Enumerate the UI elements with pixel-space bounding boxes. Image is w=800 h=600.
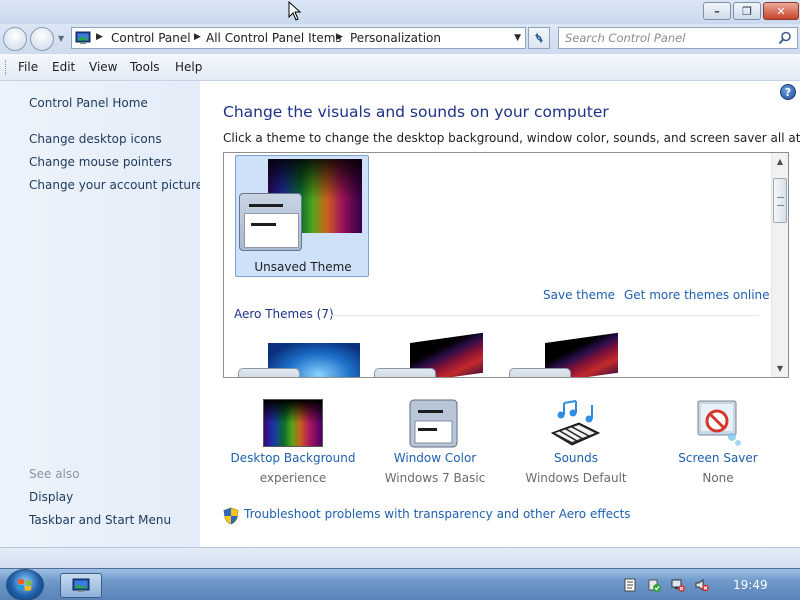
scroll-thumb[interactable] bbox=[773, 178, 787, 223]
tile-value: experience bbox=[259, 471, 327, 485]
volume-muted-icon[interactable] bbox=[695, 578, 709, 592]
group-divider bbox=[329, 315, 759, 316]
breadcrumb-personalization[interactable]: Personalization bbox=[350, 31, 441, 45]
window-bottom-edge bbox=[0, 547, 800, 568]
tile-value: Windows 7 Basic bbox=[384, 471, 486, 485]
minimize-button[interactable]: – bbox=[703, 2, 731, 20]
network-icon[interactable] bbox=[671, 578, 685, 592]
back-button[interactable] bbox=[3, 27, 27, 51]
scroll-up-icon[interactable]: ▲ bbox=[772, 153, 788, 170]
mouse-cursor-icon bbox=[288, 1, 302, 21]
close-glyph: ✕ bbox=[776, 4, 786, 18]
tile-name[interactable]: Screen Saver bbox=[648, 451, 788, 465]
menu-view[interactable]: View bbox=[89, 60, 117, 74]
maximize-glyph: ❐ bbox=[742, 4, 752, 18]
left-pane: Control Panel Home Change desktop icons … bbox=[0, 81, 203, 547]
main-content: ? Change the visuals and sounds on your … bbox=[200, 81, 800, 547]
page-subtitle: Click a theme to change the desktop back… bbox=[223, 131, 800, 145]
windows-logo-icon bbox=[17, 579, 32, 591]
taskbar-start-menu-link[interactable]: Taskbar and Start Menu bbox=[29, 513, 171, 527]
shield-icon bbox=[223, 507, 239, 525]
theme-item-aero-2[interactable] bbox=[374, 332, 483, 377]
aero-themes-heading: Aero Themes (7) bbox=[234, 307, 334, 321]
troubleshoot-aero-link[interactable]: Troubleshoot problems with transparency … bbox=[244, 507, 631, 521]
see-also-heading: See also bbox=[29, 467, 80, 481]
control-panel-taskbar-icon bbox=[72, 578, 90, 592]
address-dropdown-icon[interactable]: ▼ bbox=[514, 33, 521, 43]
screen-saver-icon bbox=[697, 400, 741, 446]
action-center-icon[interactable] bbox=[647, 578, 661, 592]
change-mouse-pointers-link[interactable]: Change mouse pointers bbox=[29, 155, 172, 169]
menu-help[interactable]: Help bbox=[175, 60, 202, 74]
theme-item-unsaved[interactable]: Unsaved Theme bbox=[235, 155, 369, 277]
theme-window-preview bbox=[239, 193, 302, 251]
menu-bar: File Edit View Tools Help bbox=[0, 54, 800, 81]
control-panel-icon bbox=[75, 31, 91, 44]
address-bar[interactable]: ▶ Control Panel ▶ All Control Panel Item… bbox=[71, 27, 526, 49]
title-bar: – ❐ ✕ bbox=[0, 0, 800, 24]
scroll-down-icon[interactable]: ▼ bbox=[772, 360, 788, 377]
breadcrumb-control-panel[interactable]: Control Panel bbox=[111, 31, 191, 45]
breadcrumb-separator-icon[interactable]: ▶ bbox=[96, 32, 103, 42]
forward-button[interactable] bbox=[30, 27, 54, 51]
window-color-icon bbox=[409, 399, 458, 448]
page-title: Change the visuals and sounds on your co… bbox=[223, 103, 609, 121]
recent-pages-dropdown[interactable]: ▼ bbox=[58, 34, 64, 43]
sounds-icon bbox=[550, 400, 601, 446]
taskbar-clock[interactable]: 19:49 bbox=[733, 578, 768, 592]
theme-name: Unsaved Theme bbox=[254, 260, 352, 274]
menu-tools[interactable]: Tools bbox=[130, 60, 160, 74]
tile-name[interactable]: Desktop Background bbox=[223, 451, 363, 465]
change-account-picture-link[interactable]: Change your account picture bbox=[29, 178, 203, 192]
desktop-background-icon bbox=[263, 399, 323, 447]
theme-list[interactable]: Unsaved Theme Save theme Get more themes… bbox=[223, 152, 789, 378]
save-theme-link[interactable]: Save theme bbox=[543, 288, 615, 302]
notepad-tray-icon[interactable] bbox=[623, 578, 637, 592]
tile-name[interactable]: Window Color bbox=[365, 451, 505, 465]
menu-file[interactable]: File bbox=[18, 60, 38, 74]
close-button[interactable]: ✕ bbox=[763, 2, 799, 20]
taskbar: 19:49 bbox=[0, 568, 800, 600]
get-more-themes-link[interactable]: Get more themes online bbox=[624, 288, 770, 302]
navigation-bar: ▼ ▶ Control Panel ▶ All Control Panel It… bbox=[0, 24, 800, 54]
taskbar-control-panel-button[interactable] bbox=[60, 573, 102, 598]
breadcrumb-separator-icon[interactable]: ▶ bbox=[336, 32, 343, 42]
breadcrumb-separator-icon[interactable]: ▶ bbox=[194, 32, 201, 42]
search-input[interactable] bbox=[565, 31, 770, 45]
start-button[interactable] bbox=[6, 569, 44, 600]
tile-name[interactable]: Sounds bbox=[506, 451, 646, 465]
theme-item-aero-3[interactable] bbox=[509, 332, 618, 377]
search-box[interactable] bbox=[558, 27, 798, 49]
change-desktop-icons-link[interactable]: Change desktop icons bbox=[29, 132, 162, 146]
tile-value: None bbox=[702, 471, 734, 485]
search-icon[interactable] bbox=[778, 31, 792, 45]
theme-item-windows7[interactable] bbox=[238, 343, 360, 377]
minimize-glyph: – bbox=[714, 4, 720, 18]
help-button[interactable]: ? bbox=[780, 84, 796, 100]
display-link[interactable]: Display bbox=[29, 490, 73, 504]
theme-list-scrollbar[interactable]: ▲ ▼ bbox=[771, 153, 788, 377]
control-panel-home-link[interactable]: Control Panel Home bbox=[29, 96, 148, 110]
refresh-icon bbox=[535, 33, 543, 43]
maximize-button[interactable]: ❐ bbox=[733, 2, 761, 20]
tile-value: Windows Default bbox=[525, 471, 627, 485]
refresh-button[interactable] bbox=[528, 27, 550, 49]
menu-edit[interactable]: Edit bbox=[52, 60, 75, 74]
menu-grip bbox=[5, 60, 8, 75]
breadcrumb-all-items[interactable]: All Control Panel Items bbox=[206, 31, 342, 45]
